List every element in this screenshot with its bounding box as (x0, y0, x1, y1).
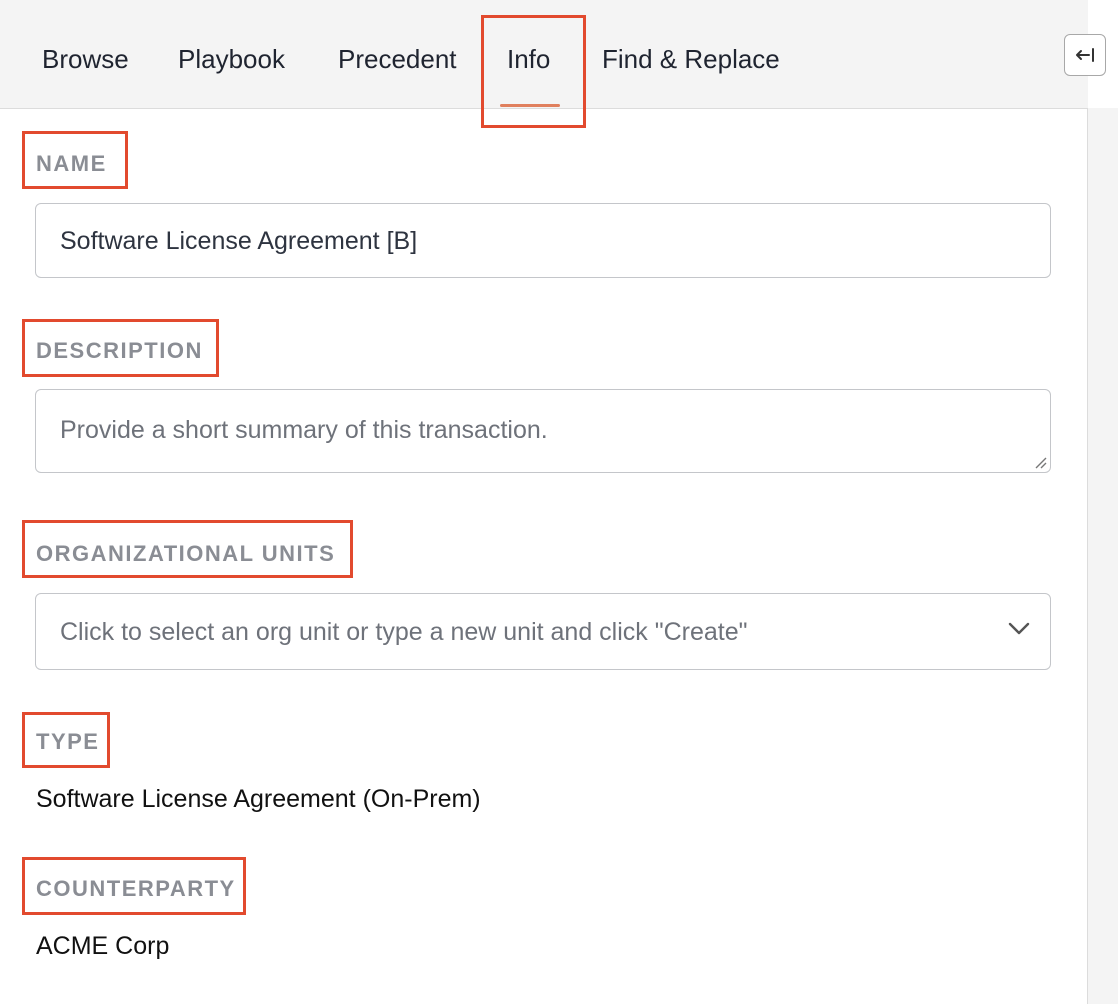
active-tab-indicator (500, 104, 560, 107)
tab-browse[interactable]: Browse (42, 44, 129, 75)
resize-grip-icon[interactable] (1033, 455, 1047, 469)
collapse-panel-button[interactable] (1064, 34, 1106, 76)
org-units-select[interactable]: Click to select an org unit or type a ne… (35, 593, 1051, 670)
chevron-down-icon[interactable] (1008, 622, 1030, 636)
counterparty-label: COUNTERPARTY (36, 876, 236, 901)
tab-bar: Browse Playbook Precedent Info Find & Re… (0, 0, 1088, 109)
tab-playbook[interactable]: Playbook (178, 44, 285, 75)
counterparty-value: ACME Corp (36, 932, 170, 960)
name-label: NAME (36, 151, 107, 176)
tab-precedent[interactable]: Precedent (338, 44, 457, 75)
type-label: TYPE (36, 729, 100, 754)
type-value: Software License Agreement (On-Prem) (36, 785, 481, 813)
collapse-left-arrow-icon (1076, 48, 1094, 62)
description-placeholder: Provide a short summary of this transact… (60, 416, 548, 444)
name-input[interactable]: Software License Agreement [B] (35, 203, 1051, 278)
tab-info[interactable]: Info (507, 44, 550, 75)
description-textarea[interactable]: Provide a short summary of this transact… (35, 389, 1051, 473)
org-units-label: ORGANIZATIONAL UNITS (36, 541, 336, 566)
panel-scrollbar-rail[interactable] (1087, 108, 1118, 1004)
org-units-placeholder: Click to select an org unit or type a ne… (60, 618, 748, 646)
name-input-value: Software License Agreement [B] (60, 227, 418, 255)
description-label: DESCRIPTION (36, 338, 203, 363)
tab-find-replace[interactable]: Find & Replace (602, 44, 780, 75)
